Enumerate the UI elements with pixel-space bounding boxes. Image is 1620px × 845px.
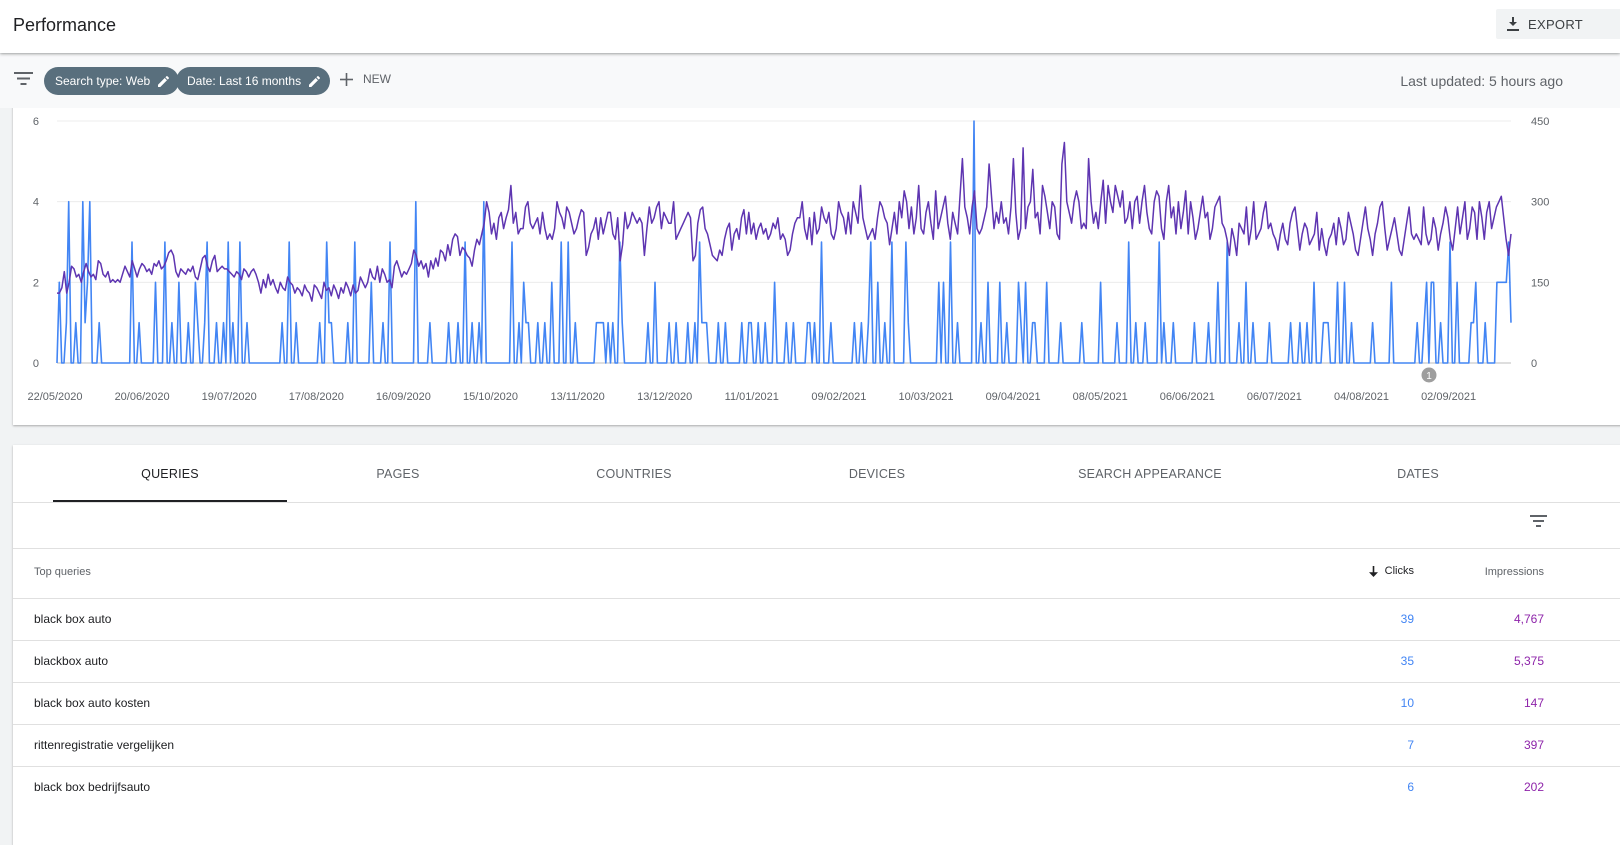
x-tick-label: 22/05/2020	[27, 391, 82, 403]
column-header-clicks-label: Clicks	[1384, 565, 1414, 577]
export-label: EXPORT	[1528, 16, 1584, 32]
download-icon	[1507, 17, 1519, 31]
annotation-marker-label: 1	[1426, 371, 1432, 382]
table-row[interactable]: rittenregistratie vergelijken 7 397	[13, 724, 1620, 767]
x-tick-label: 02/09/2021	[1421, 391, 1476, 403]
table-row[interactable]: black box bedrijfsauto 6 202	[13, 766, 1620, 809]
x-tick-label: 20/06/2020	[115, 391, 170, 403]
tab-countries[interactable]: COUNTRIES	[509, 445, 759, 502]
last-updated-text: Last updated: 5 hours ago	[1400, 73, 1563, 89]
x-tick-label: 19/07/2020	[202, 391, 257, 403]
filter-bar: Search type: Web Date: Last 16 months NE…	[0, 54, 1620, 108]
x-tick-label: 17/08/2020	[289, 391, 344, 403]
x-tick-label: 15/10/2020	[463, 391, 518, 403]
y-left-tick-label: 4	[33, 197, 39, 209]
tab-queries[interactable]: QUERIES	[53, 445, 287, 502]
query-cell: black box bedrijfsauto	[34, 780, 151, 794]
x-tick-label: 16/09/2020	[376, 391, 431, 403]
new-filter-button[interactable]: NEW	[340, 72, 391, 86]
tab-search-appearance[interactable]: SEARCH APPEARANCE	[995, 445, 1305, 502]
tab-pages-label: PAGES	[376, 466, 420, 481]
tab-pages[interactable]: PAGES	[287, 445, 509, 502]
column-header-clicks[interactable]: Clicks	[1367, 565, 1414, 577]
x-tick-label: 04/08/2021	[1334, 391, 1389, 403]
date-range-chip[interactable]: Date: Last 16 months	[176, 67, 331, 95]
impressions-cell: 202	[1523, 780, 1544, 794]
clicks-cell: 39	[1400, 612, 1414, 626]
export-button[interactable]: EXPORT	[1496, 9, 1620, 39]
report-table-card: QUERIES PAGES COUNTRIES DEVICES SEARCH A…	[13, 445, 1620, 845]
date-range-chip-label: Date: Last 16 months	[187, 74, 302, 88]
top-bar: Performance EXPORT	[0, 0, 1620, 53]
tab-devices-label: DEVICES	[848, 466, 906, 481]
clicks-cell: 7	[1407, 738, 1414, 752]
y-left-tick-label: 6	[33, 116, 39, 128]
sort-descending-icon	[1368, 565, 1378, 577]
plus-icon	[340, 72, 353, 86]
clicks-cell: 10	[1400, 696, 1414, 710]
search-type-chip-label: Search type: Web	[55, 74, 151, 88]
x-tick-label: 09/02/2021	[811, 391, 866, 403]
query-cell: rittenregistratie vergelijken	[34, 738, 175, 752]
x-tick-label: 13/12/2020	[637, 391, 692, 403]
table-row[interactable]: black box auto kosten 10 147	[13, 682, 1620, 725]
tab-search-appearance-label: SEARCH APPEARANCE	[1078, 466, 1222, 481]
performance-chart-card: 0 2 4 6 0 150 300 450 22/05/2020 20/06/2020 19/07/…	[13, 100, 1620, 425]
new-filter-label: NEW	[363, 72, 391, 86]
toolbar-divider	[13, 548, 1620, 549]
x-tick-label: 13/11/2020	[550, 391, 604, 403]
impressions-series-line	[57, 141, 1512, 302]
impressions-cell: 5,375	[1513, 654, 1544, 668]
tab-dates-label: DATES	[1397, 466, 1439, 481]
query-cell: black box auto	[34, 612, 112, 626]
x-tick-label: 09/04/2021	[986, 391, 1041, 403]
column-header-query[interactable]: Top queries	[34, 566, 91, 578]
tab-dates[interactable]: DATES	[1305, 445, 1531, 502]
query-cell: blackbox auto	[34, 654, 109, 668]
impressions-cell: 397	[1523, 738, 1544, 752]
table-row[interactable]: blackbox auto 35 5,375	[13, 640, 1620, 683]
table-filter-icon[interactable]	[1530, 515, 1547, 527]
clicks-series-line	[56, 120, 1512, 364]
impressions-cell: 147	[1523, 696, 1544, 710]
x-tick-label: 10/03/2021	[898, 391, 953, 403]
x-tick-label: 06/06/2021	[1160, 391, 1215, 403]
tab-countries-label: COUNTRIES	[596, 466, 672, 481]
clicks-cell: 35	[1400, 654, 1414, 668]
y-right-tick-label: 0	[1531, 358, 1537, 370]
x-tick-label: 11/01/2021	[725, 391, 779, 403]
column-header-impressions[interactable]: Impressions	[1485, 566, 1544, 578]
edit-icon	[309, 75, 321, 87]
tab-queries-label: QUERIES	[141, 466, 199, 481]
tabs-divider	[13, 502, 1620, 503]
y-left-tick-label: 2	[33, 277, 39, 289]
search-type-chip[interactable]: Search type: Web	[44, 67, 180, 95]
table-row[interactable]: black box auto 39 4,767	[13, 598, 1620, 641]
clicks-cell: 6	[1407, 780, 1414, 794]
y-right-tick-label: 150	[1531, 277, 1549, 289]
y-right-tick-label: 300	[1531, 197, 1549, 209]
tab-devices[interactable]: DEVICES	[759, 445, 995, 502]
y-left-tick-label: 0	[33, 358, 39, 370]
filter-icon[interactable]	[14, 72, 33, 85]
y-right-tick-label: 450	[1531, 116, 1549, 128]
x-tick-label: 06/07/2021	[1247, 391, 1302, 403]
query-cell: black box auto kosten	[34, 696, 151, 710]
edit-icon	[158, 75, 170, 87]
impressions-cell: 4,767	[1513, 612, 1544, 626]
x-tick-label: 08/05/2021	[1073, 391, 1128, 403]
page-title: Performance	[13, 15, 117, 35]
